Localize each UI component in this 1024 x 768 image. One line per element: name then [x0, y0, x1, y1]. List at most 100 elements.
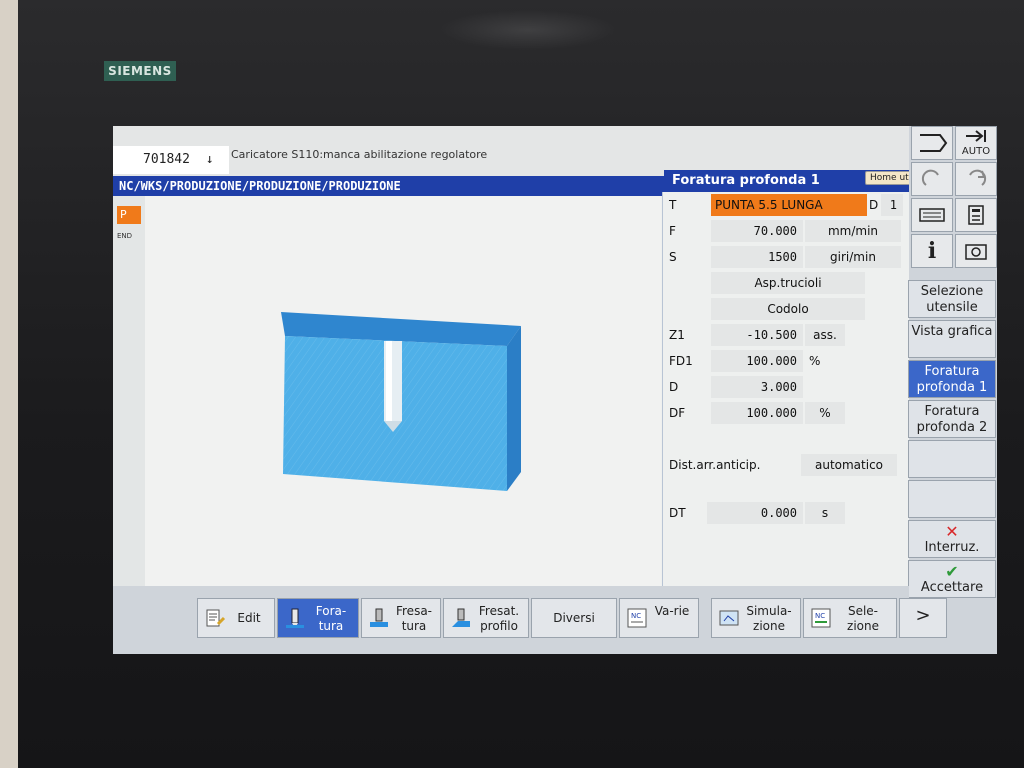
row-chip: Asp.trucioli — [663, 272, 910, 294]
program-number-value: 701842 — [143, 152, 190, 167]
close-icon: ✕ — [945, 522, 959, 541]
softkey-deep-drilling-2[interactable]: Foratura profonda 2 — [908, 400, 996, 438]
softkey-empty-1[interactable] — [908, 440, 996, 478]
channel-switch-icon — [920, 134, 948, 152]
z1-field[interactable]: -10.500 — [711, 324, 803, 346]
row-dist: Dist.arr.anticip. automatico — [663, 454, 910, 476]
svg-text:NC: NC — [631, 612, 641, 620]
dist-label: Dist.arr.anticip. — [669, 458, 761, 472]
row-tool: T PUNTA 5.5 LUNGA D 1 — [663, 194, 910, 216]
row-dt: DT 0.000 s — [663, 502, 910, 524]
row-fd1: FD1 100.000 % — [663, 350, 910, 372]
editor-p-line[interactable]: P — [117, 206, 141, 224]
alarm-message: Caricatore S110:manca abilitazione regol… — [231, 148, 488, 161]
softkey-edit-label: Edit — [237, 611, 261, 625]
d2-label: D — [669, 380, 679, 394]
row-shank: Codolo — [663, 298, 910, 320]
df-field[interactable]: 100.000 — [711, 402, 803, 424]
program-path: NC/WKS/PRODUZIONE/PRODUZIONE/PRODUZIONE — [113, 176, 669, 196]
screen-glare — [438, 10, 618, 50]
df-unit[interactable]: % — [805, 402, 845, 424]
f-unit[interactable]: mm/min — [805, 220, 901, 242]
softkey-milling[interactable]: Fresa-tura — [361, 598, 441, 638]
softkey-empty-2[interactable] — [908, 480, 996, 518]
channel-switch-button[interactable] — [911, 126, 953, 160]
tool-field[interactable]: PUNTA 5.5 LUNGA — [711, 194, 867, 216]
redo-button[interactable] — [955, 162, 997, 196]
dt-unit[interactable]: s — [805, 502, 845, 524]
softkey-accept[interactable]: ✔ Accettare — [908, 560, 996, 598]
undo-button[interactable] — [911, 162, 953, 196]
softkey-selection-label: Sele-zione — [847, 604, 879, 633]
softkey-next[interactable]: > — [899, 598, 947, 638]
s-field[interactable]: 1500 — [711, 246, 803, 268]
softkey-accept-label: Accettare — [920, 580, 984, 595]
keyboard-button[interactable] — [911, 198, 953, 232]
redo-icon — [969, 169, 987, 186]
f-field[interactable]: 70.000 — [711, 220, 803, 242]
header-bar: 701842 ↓ Caricatore S110:manca abilitazi… — [113, 126, 909, 176]
calculator-button[interactable] — [955, 198, 997, 232]
row-f: F 70.000 mm/min — [663, 220, 910, 242]
softkey-milling-label: Fresa-tura — [395, 604, 433, 633]
row-s: S 1500 giri/min — [663, 246, 910, 268]
softkey-deep-drilling-2-label: Foratura profonda 2 — [916, 404, 988, 435]
auto-label: AUTO — [961, 146, 991, 157]
softkey-deep-drilling-1[interactable]: Foratura profonda 1 — [908, 360, 996, 398]
softkey-various[interactable]: NC Va-rie — [619, 598, 699, 638]
softkey-graphic-view-label: Vista grafica — [911, 324, 993, 339]
shank-field[interactable]: Codolo — [711, 298, 865, 320]
softkey-graphic-view[interactable]: Vista grafica — [908, 320, 996, 358]
z1-unit[interactable]: ass. — [805, 324, 845, 346]
t-label: T — [669, 198, 677, 212]
softkey-interrupt[interactable]: ✕ Interruz. — [908, 520, 996, 558]
program-editor-column[interactable]: P END — [113, 196, 145, 586]
softkey-contour-milling-label: Fresat. profilo — [478, 604, 520, 633]
row-z1: Z1 -10.500 ass. — [663, 324, 910, 346]
keyboard-icon — [919, 208, 945, 222]
fd1-field[interactable]: 100.000 — [711, 350, 803, 372]
dt-label: DT — [669, 506, 686, 520]
brand-logo: SIEMENS — [104, 61, 176, 81]
d-field[interactable]: 1 — [881, 194, 903, 216]
fd1-label: FD1 — [669, 354, 693, 368]
workpiece-svg — [281, 312, 521, 491]
s-label: S — [669, 250, 677, 264]
s-unit[interactable]: giri/min — [805, 246, 901, 268]
hmi-screen: 701842 ↓ Caricatore S110:manca abilitazi… — [113, 126, 997, 654]
softkey-simulation-label: Simula-zione — [746, 604, 792, 633]
softkey-selection[interactable]: NC Sele-zione — [803, 598, 897, 638]
parameter-form: T PUNTA 5.5 LUNGA D 1 F 70.000 mm/min S … — [662, 192, 910, 586]
softkey-edit[interactable]: Edit — [197, 598, 275, 638]
camera-icon — [965, 244, 987, 260]
chip-mode-field[interactable]: Asp.trucioli — [711, 272, 865, 294]
d-label: D — [869, 198, 879, 212]
dt-field[interactable]: 0.000 — [707, 502, 803, 524]
program-number: 701842 ↓ — [113, 146, 229, 174]
milling-icon — [370, 608, 388, 627]
softkey-deep-drilling-1-label: Foratura profonda 1 — [916, 364, 988, 395]
dist-field[interactable]: automatico — [801, 454, 897, 476]
softkey-simulation[interactable]: Simula-zione — [711, 598, 801, 638]
d2-field[interactable]: 3.000 — [711, 376, 803, 398]
info-button[interactable]: i — [911, 234, 953, 268]
softkey-tool-selection-label: Selezione utensile — [920, 284, 984, 315]
check-icon: ✔ — [945, 562, 959, 581]
softkey-tool-selection[interactable]: Selezione utensile — [908, 280, 996, 318]
svg-text:NC: NC — [815, 612, 825, 620]
softkey-drilling-label: Fora-tura — [315, 604, 347, 633]
row-df: DF 100.000 % — [663, 402, 910, 424]
contour-milling-icon — [452, 608, 470, 627]
softkey-contour-milling[interactable]: Fresat. profilo — [443, 598, 529, 638]
auto-mode-button[interactable]: AUTO — [955, 126, 997, 160]
screenshot-button[interactable] — [955, 234, 997, 268]
editor-end-line[interactable]: END — [117, 232, 132, 240]
simulation-icon — [719, 610, 739, 626]
softkey-misc-label: Diversi — [553, 611, 595, 625]
df-label: DF — [669, 406, 686, 420]
nc-selection-icon: NC — [811, 608, 831, 628]
row-d: D 3.000 — [663, 376, 910, 398]
cycle-graphic — [145, 196, 661, 586]
softkey-drilling[interactable]: Fora-tura — [277, 598, 359, 638]
softkey-misc[interactable]: Diversi — [531, 598, 617, 638]
